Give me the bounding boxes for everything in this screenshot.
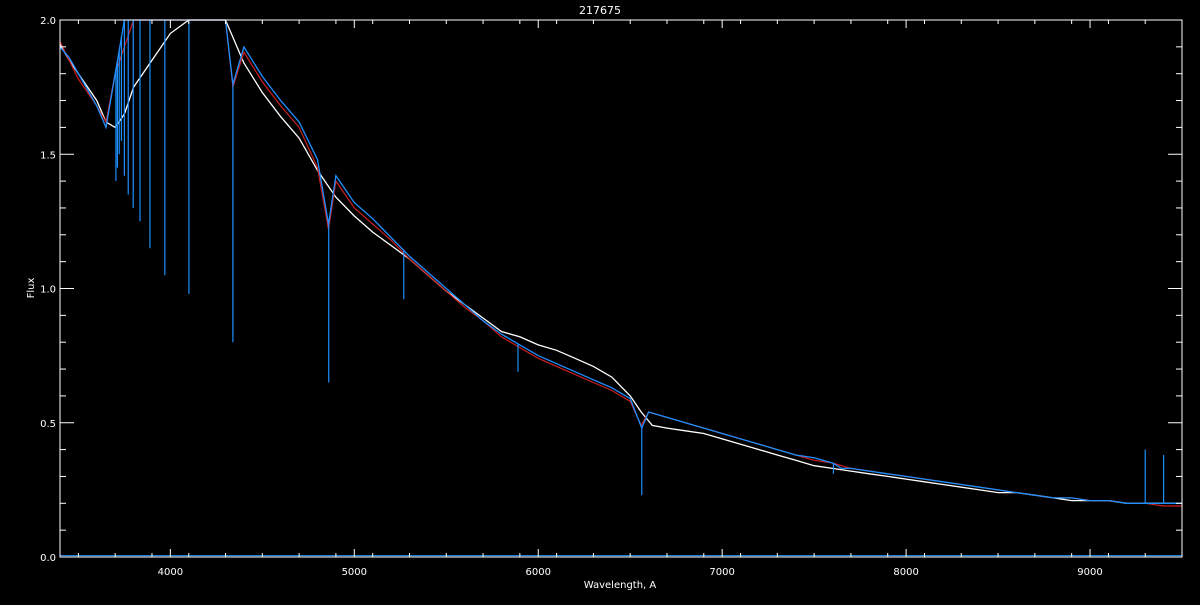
y-tick-label: 1.0 — [40, 285, 56, 296]
y-tick-label: 0.5 — [40, 419, 56, 430]
x-tick-label: 4000 — [158, 567, 183, 578]
x-tick-label: 8000 — [893, 567, 918, 578]
x-axis-label: Wavelength, A — [584, 580, 657, 591]
y-tick-label: 1.5 — [40, 150, 56, 161]
y-axis-label: Flux — [26, 278, 37, 299]
x-tick-label: 9000 — [1077, 567, 1102, 578]
x-tick-label: 5000 — [342, 567, 367, 578]
y-tick-label: 0.0 — [40, 553, 56, 564]
y-tick-label: 2.0 — [40, 16, 56, 27]
spectrum-chart: 4000 5000 6000 7000 8000 9000 0.0 0.5 1.0 1.5 2.0 … — [0, 0, 1200, 600]
x-tick-label: 6000 — [526, 567, 551, 578]
x-tick-label: 7000 — [709, 567, 734, 578]
chart-title: 217675 — [579, 4, 621, 17]
chart-background — [0, 0, 1200, 600]
chart-svg: 4000 5000 6000 7000 8000 90000.00.51.01.52.0 … — [0, 0, 1200, 600]
